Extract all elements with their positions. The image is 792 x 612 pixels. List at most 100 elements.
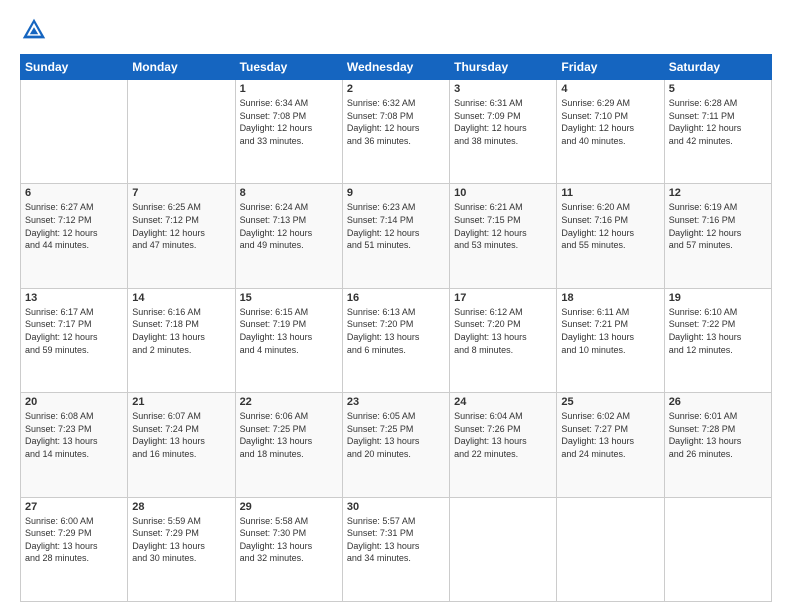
- calendar-week-row: 6 Sunrise: 6:27 AM Sunset: 7:12 PM Daylig…: [21, 184, 772, 288]
- day-info: Sunrise: 6:13 AM Sunset: 7:20 PM Dayligh…: [347, 306, 445, 356]
- calendar-cell: [128, 80, 235, 184]
- day-number: 29: [240, 501, 338, 513]
- calendar-cell: 5 Sunrise: 6:28 AM Sunset: 7:11 PM Daylig…: [664, 80, 771, 184]
- calendar-cell: 23Sunrise: 6:05 AM Sunset: 7:25 PM Dayli…: [342, 393, 449, 497]
- day-number: 24: [454, 396, 552, 408]
- day-info: Sunrise: 5:58 AM Sunset: 7:30 PM Dayligh…: [240, 515, 338, 565]
- calendar-cell: [557, 497, 664, 601]
- calendar-cell: 6 Sunrise: 6:27 AM Sunset: 7:12 PM Daylig…: [21, 184, 128, 288]
- day-info: Sunrise: 6:17 AM Sunset: 7:17 PM Dayligh…: [25, 306, 123, 356]
- day-number: 30: [347, 501, 445, 513]
- calendar-week-row: 20Sunrise: 6:08 AM Sunset: 7:23 PM Dayli…: [21, 393, 772, 497]
- day-info: Sunrise: 6:01 AM Sunset: 7:28 PM Dayligh…: [669, 410, 767, 460]
- day-info: Sunrise: 6:24 AM Sunset: 7:13 PM Dayligh…: [240, 201, 338, 251]
- day-of-week-header: Sunday: [21, 55, 128, 80]
- day-number: 5: [669, 83, 767, 95]
- calendar-cell: 3 Sunrise: 6:31 AM Sunset: 7:09 PM Daylig…: [450, 80, 557, 184]
- day-of-week-header: Monday: [128, 55, 235, 80]
- day-of-week-header: Friday: [557, 55, 664, 80]
- calendar-cell: 4Sunrise: 6:29 AM Sunset: 7:10 PM Daylig…: [557, 80, 664, 184]
- calendar-cell: 14 Sunrise: 6:16 AM Sunset: 7:18 PM Dayli…: [128, 288, 235, 392]
- calendar-cell: 21 Sunrise: 6:07 AM Sunset: 7:24 PM Dayli…: [128, 393, 235, 497]
- day-of-week-header: Saturday: [664, 55, 771, 80]
- calendar-cell: 2 Sunrise: 6:32 AM Sunset: 7:08 PM Daylig…: [342, 80, 449, 184]
- calendar-cell: 18 Sunrise: 6:11 AM Sunset: 7:21 PM Dayli…: [557, 288, 664, 392]
- day-number: 18: [561, 292, 659, 304]
- day-number: 2: [347, 83, 445, 95]
- day-info: Sunrise: 6:29 AM Sunset: 7:10 PM Dayligh…: [561, 97, 659, 147]
- day-number: 10: [454, 187, 552, 199]
- calendar-cell: 22 Sunrise: 6:06 AM Sunset: 7:25 PM Dayli…: [235, 393, 342, 497]
- logo: [20, 16, 52, 44]
- day-info: Sunrise: 6:19 AM Sunset: 7:16 PM Dayligh…: [669, 201, 767, 251]
- day-number: 13: [25, 292, 123, 304]
- calendar-cell: 1 Sunrise: 6:34 AM Sunset: 7:08 PM Daylig…: [235, 80, 342, 184]
- day-number: 11: [561, 187, 659, 199]
- day-info: Sunrise: 6:00 AM Sunset: 7:29 PM Dayligh…: [25, 515, 123, 565]
- calendar-cell: 29 Sunrise: 5:58 AM Sunset: 7:30 PM Dayli…: [235, 497, 342, 601]
- day-info: Sunrise: 6:02 AM Sunset: 7:27 PM Dayligh…: [561, 410, 659, 460]
- calendar-cell: 12 Sunrise: 6:19 AM Sunset: 7:16 PM Dayli…: [664, 184, 771, 288]
- calendar-cell: 27Sunrise: 6:00 AM Sunset: 7:29 PM Dayli…: [21, 497, 128, 601]
- header: [20, 16, 772, 44]
- day-of-week-header: Tuesday: [235, 55, 342, 80]
- calendar-cell: 25Sunrise: 6:02 AM Sunset: 7:27 PM Dayli…: [557, 393, 664, 497]
- calendar-cell: 15 Sunrise: 6:15 AM Sunset: 7:19 PM Dayli…: [235, 288, 342, 392]
- day-of-week-header: Wednesday: [342, 55, 449, 80]
- calendar-cell: 7 Sunrise: 6:25 AM Sunset: 7:12 PM Daylig…: [128, 184, 235, 288]
- calendar-cell: 26 Sunrise: 6:01 AM Sunset: 7:28 PM Dayli…: [664, 393, 771, 497]
- day-number: 7: [132, 187, 230, 199]
- day-info: Sunrise: 6:15 AM Sunset: 7:19 PM Dayligh…: [240, 306, 338, 356]
- day-number: 15: [240, 292, 338, 304]
- day-info: Sunrise: 5:59 AM Sunset: 7:29 PM Dayligh…: [132, 515, 230, 565]
- calendar-cell: [450, 497, 557, 601]
- day-number: 6: [25, 187, 123, 199]
- day-number: 9: [347, 187, 445, 199]
- day-info: Sunrise: 6:32 AM Sunset: 7:08 PM Dayligh…: [347, 97, 445, 147]
- day-number: 12: [669, 187, 767, 199]
- calendar-header-row: SundayMondayTuesdayWednesdayThursdayFrid…: [21, 55, 772, 80]
- day-info: Sunrise: 6:20 AM Sunset: 7:16 PM Dayligh…: [561, 201, 659, 251]
- calendar-cell: 8Sunrise: 6:24 AM Sunset: 7:13 PM Daylig…: [235, 184, 342, 288]
- day-number: 19: [669, 292, 767, 304]
- day-info: Sunrise: 6:16 AM Sunset: 7:18 PM Dayligh…: [132, 306, 230, 356]
- calendar-cell: [664, 497, 771, 601]
- day-number: 17: [454, 292, 552, 304]
- day-number: 23: [347, 396, 445, 408]
- day-number: 14: [132, 292, 230, 304]
- day-info: Sunrise: 6:34 AM Sunset: 7:08 PM Dayligh…: [240, 97, 338, 147]
- day-of-week-header: Thursday: [450, 55, 557, 80]
- day-number: 22: [240, 396, 338, 408]
- day-info: Sunrise: 6:31 AM Sunset: 7:09 PM Dayligh…: [454, 97, 552, 147]
- calendar-cell: 16Sunrise: 6:13 AM Sunset: 7:20 PM Dayli…: [342, 288, 449, 392]
- day-number: 26: [669, 396, 767, 408]
- day-info: Sunrise: 6:21 AM Sunset: 7:15 PM Dayligh…: [454, 201, 552, 251]
- page: SundayMondayTuesdayWednesdayThursdayFrid…: [0, 0, 792, 612]
- calendar-table: SundayMondayTuesdayWednesdayThursdayFrid…: [20, 54, 772, 602]
- day-info: Sunrise: 6:11 AM Sunset: 7:21 PM Dayligh…: [561, 306, 659, 356]
- day-info: Sunrise: 6:07 AM Sunset: 7:24 PM Dayligh…: [132, 410, 230, 460]
- calendar-cell: 19Sunrise: 6:10 AM Sunset: 7:22 PM Dayli…: [664, 288, 771, 392]
- calendar-cell: 30 Sunrise: 5:57 AM Sunset: 7:31 PM Dayli…: [342, 497, 449, 601]
- day-number: 3: [454, 83, 552, 95]
- calendar-cell: 24 Sunrise: 6:04 AM Sunset: 7:26 PM Dayli…: [450, 393, 557, 497]
- day-number: 20: [25, 396, 123, 408]
- day-number: 1: [240, 83, 338, 95]
- day-info: Sunrise: 5:57 AM Sunset: 7:31 PM Dayligh…: [347, 515, 445, 565]
- day-info: Sunrise: 6:04 AM Sunset: 7:26 PM Dayligh…: [454, 410, 552, 460]
- day-info: Sunrise: 6:12 AM Sunset: 7:20 PM Dayligh…: [454, 306, 552, 356]
- logo-icon: [20, 16, 48, 44]
- calendar-cell: 17 Sunrise: 6:12 AM Sunset: 7:20 PM Dayli…: [450, 288, 557, 392]
- calendar-week-row: 1 Sunrise: 6:34 AM Sunset: 7:08 PM Daylig…: [21, 80, 772, 184]
- day-number: 21: [132, 396, 230, 408]
- day-info: Sunrise: 6:06 AM Sunset: 7:25 PM Dayligh…: [240, 410, 338, 460]
- day-number: 28: [132, 501, 230, 513]
- calendar-cell: 20Sunrise: 6:08 AM Sunset: 7:23 PM Dayli…: [21, 393, 128, 497]
- day-info: Sunrise: 6:23 AM Sunset: 7:14 PM Dayligh…: [347, 201, 445, 251]
- calendar-cell: [21, 80, 128, 184]
- calendar-week-row: 13 Sunrise: 6:17 AM Sunset: 7:17 PM Dayli…: [21, 288, 772, 392]
- day-info: Sunrise: 6:27 AM Sunset: 7:12 PM Dayligh…: [25, 201, 123, 251]
- day-info: Sunrise: 6:25 AM Sunset: 7:12 PM Dayligh…: [132, 201, 230, 251]
- calendar-cell: 13 Sunrise: 6:17 AM Sunset: 7:17 PM Dayli…: [21, 288, 128, 392]
- day-info: Sunrise: 6:28 AM Sunset: 7:11 PM Dayligh…: [669, 97, 767, 147]
